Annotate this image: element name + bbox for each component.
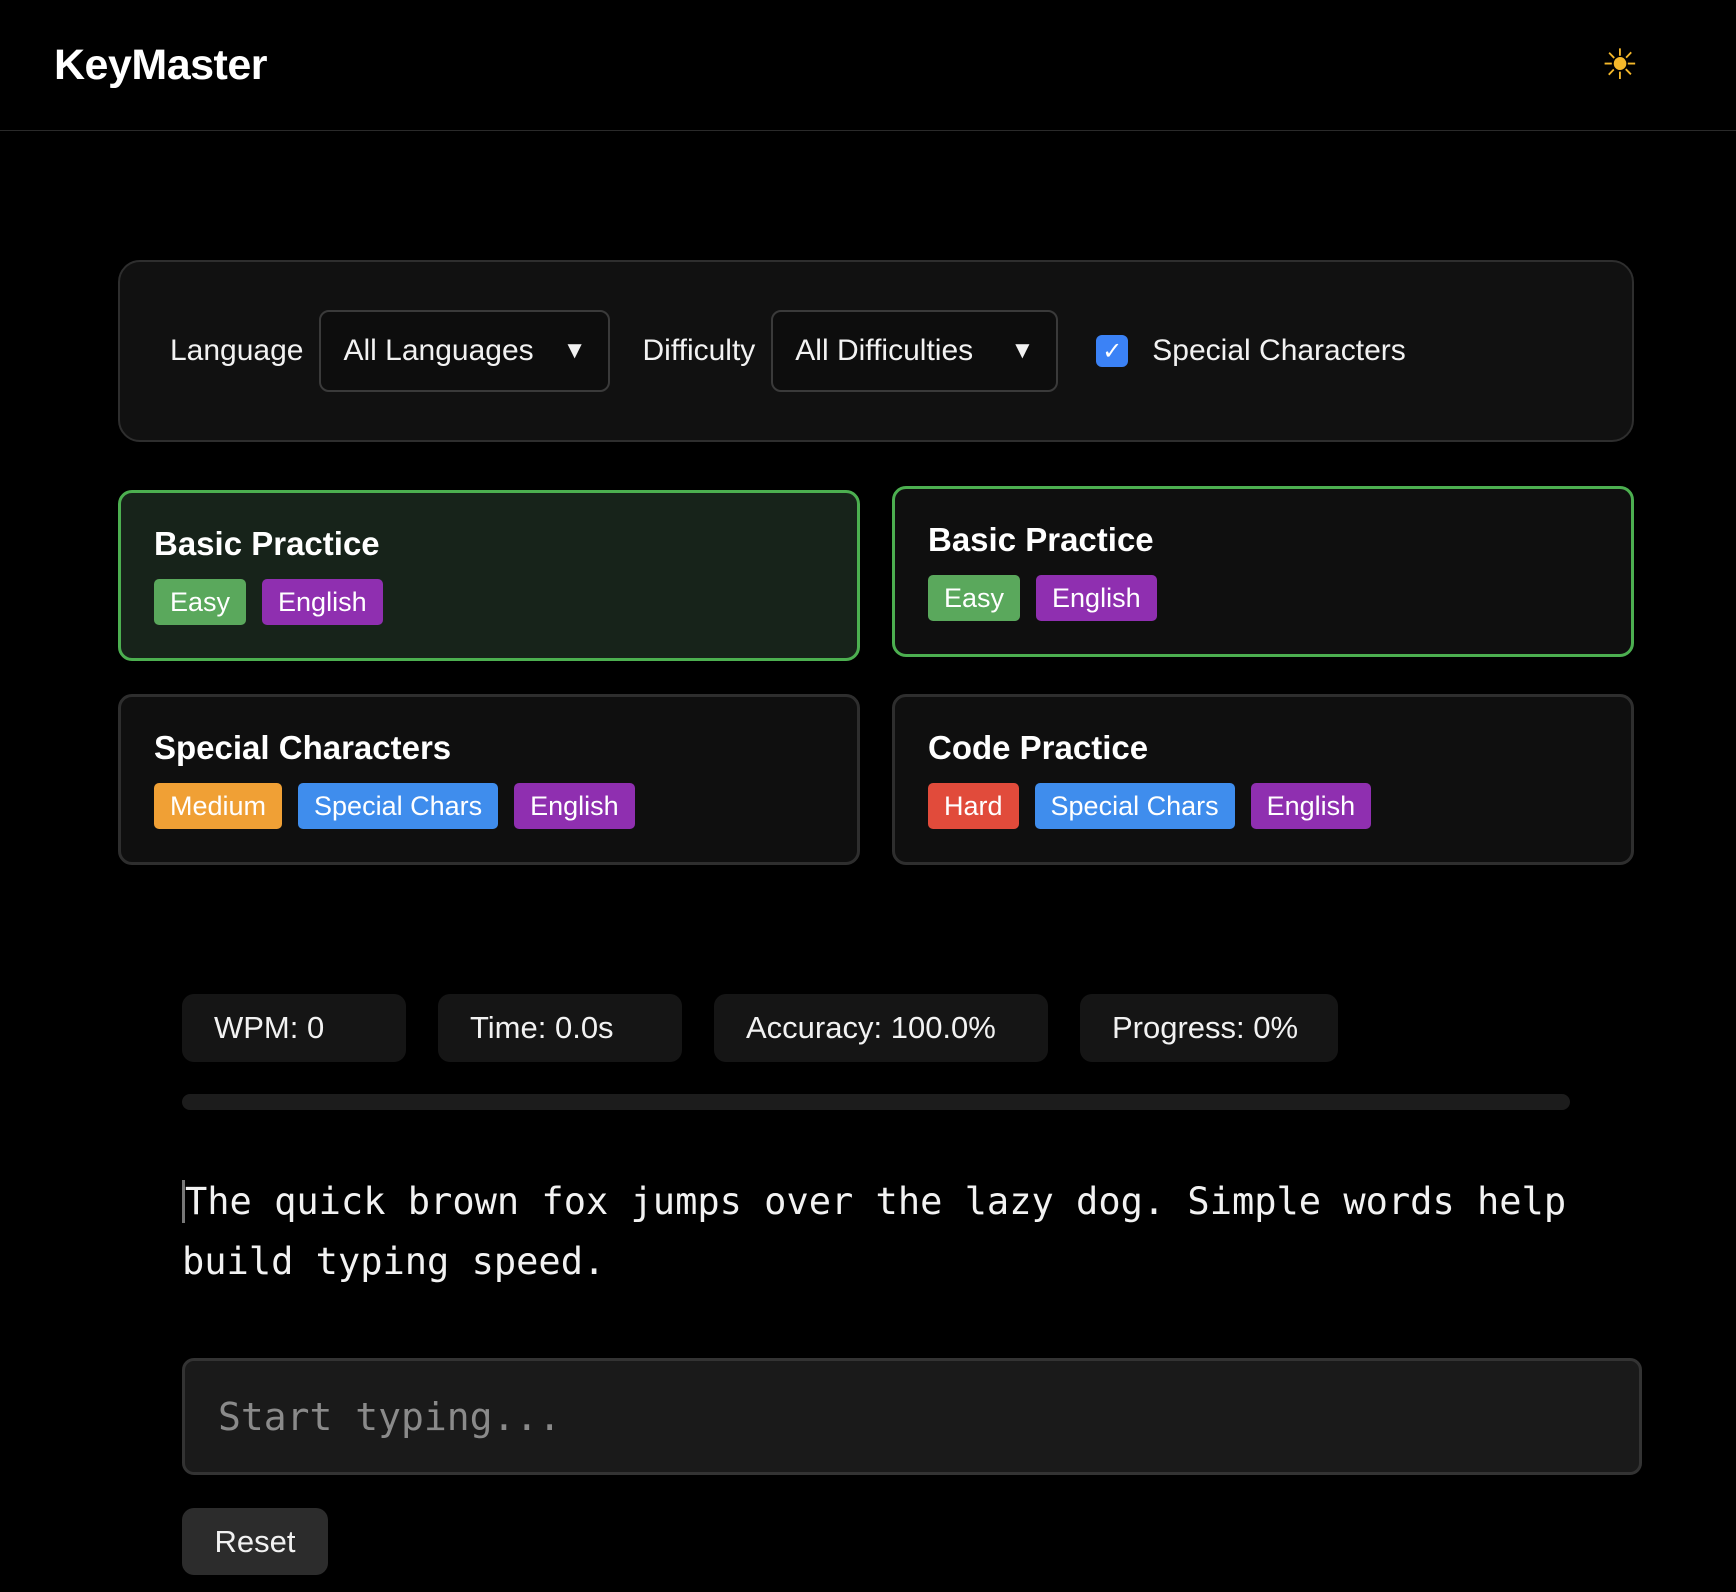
exercise-title: Code Practice	[928, 729, 1149, 766]
text-cursor: T	[182, 1180, 208, 1223]
special-chars-badge: Special Chars	[1034, 783, 1235, 829]
difficulty-badge: Medium	[154, 783, 283, 829]
exercise-title: Basic Practice	[154, 525, 380, 562]
difficulty-label: Difficulty	[642, 334, 756, 367]
language-badge: English	[1036, 575, 1157, 621]
practice-text: The quick brown fox jumps over the lazy …	[182, 1172, 1582, 1292]
chevron-down-icon: ▼	[1010, 337, 1035, 364]
check-icon: ✓	[1102, 337, 1123, 365]
difficulty-select[interactable]: All Difficulties ▼	[771, 310, 1059, 392]
language-select-value: All Languages	[343, 334, 534, 367]
special-characters-checkbox[interactable]: ✓	[1096, 335, 1129, 367]
progress-bar	[182, 1094, 1570, 1110]
time-stat: Time: 0.0s	[438, 994, 682, 1062]
difficulty-badge: Hard	[928, 783, 1019, 829]
special-characters-label[interactable]: Special Characters	[1152, 334, 1405, 368]
app-title: KeyMaster	[54, 40, 268, 89]
sun-icon[interactable]: ☀	[1592, 37, 1648, 93]
app-header: KeyMaster ☀	[0, 0, 1736, 131]
language-badge: English	[262, 579, 383, 625]
language-label: Language	[170, 334, 304, 367]
exercise-card[interactable]: Basic Practice Easy English	[118, 490, 860, 661]
exercise-card[interactable]: Basic Practice Easy English	[892, 486, 1634, 657]
accuracy-stat: Accuracy: 100.0%	[714, 994, 1048, 1062]
difficulty-badge: Easy	[154, 579, 247, 625]
practice-text-remaining: he quick brown fox jumps over the lazy d…	[182, 1180, 1567, 1283]
language-select[interactable]: All Languages ▼	[319, 310, 611, 392]
typing-input[interactable]	[182, 1358, 1642, 1475]
language-badge: English	[1250, 783, 1372, 829]
exercise-card[interactable]: Special Characters Medium Special Chars …	[118, 694, 860, 865]
progress-stat: Progress: 0%	[1080, 994, 1338, 1062]
reset-button[interactable]: Reset	[182, 1508, 328, 1575]
exercise-title: Special Characters	[154, 729, 452, 766]
filter-bar: Language All Languages ▼ Difficulty All …	[118, 260, 1634, 442]
difficulty-select-value: All Difficulties	[795, 334, 974, 367]
exercise-card[interactable]: Code Practice Hard Special Chars English	[892, 694, 1634, 865]
stats-bar: WPM: 0 Time: 0.0s Accuracy: 100.0% Progr…	[182, 994, 1370, 1062]
wpm-stat: WPM: 0	[182, 994, 406, 1062]
exercise-title: Basic Practice	[928, 521, 1154, 558]
chevron-down-icon: ▼	[562, 337, 587, 364]
special-chars-badge: Special Chars	[298, 783, 499, 829]
difficulty-badge: Easy	[928, 575, 1021, 621]
language-badge: English	[514, 783, 635, 829]
